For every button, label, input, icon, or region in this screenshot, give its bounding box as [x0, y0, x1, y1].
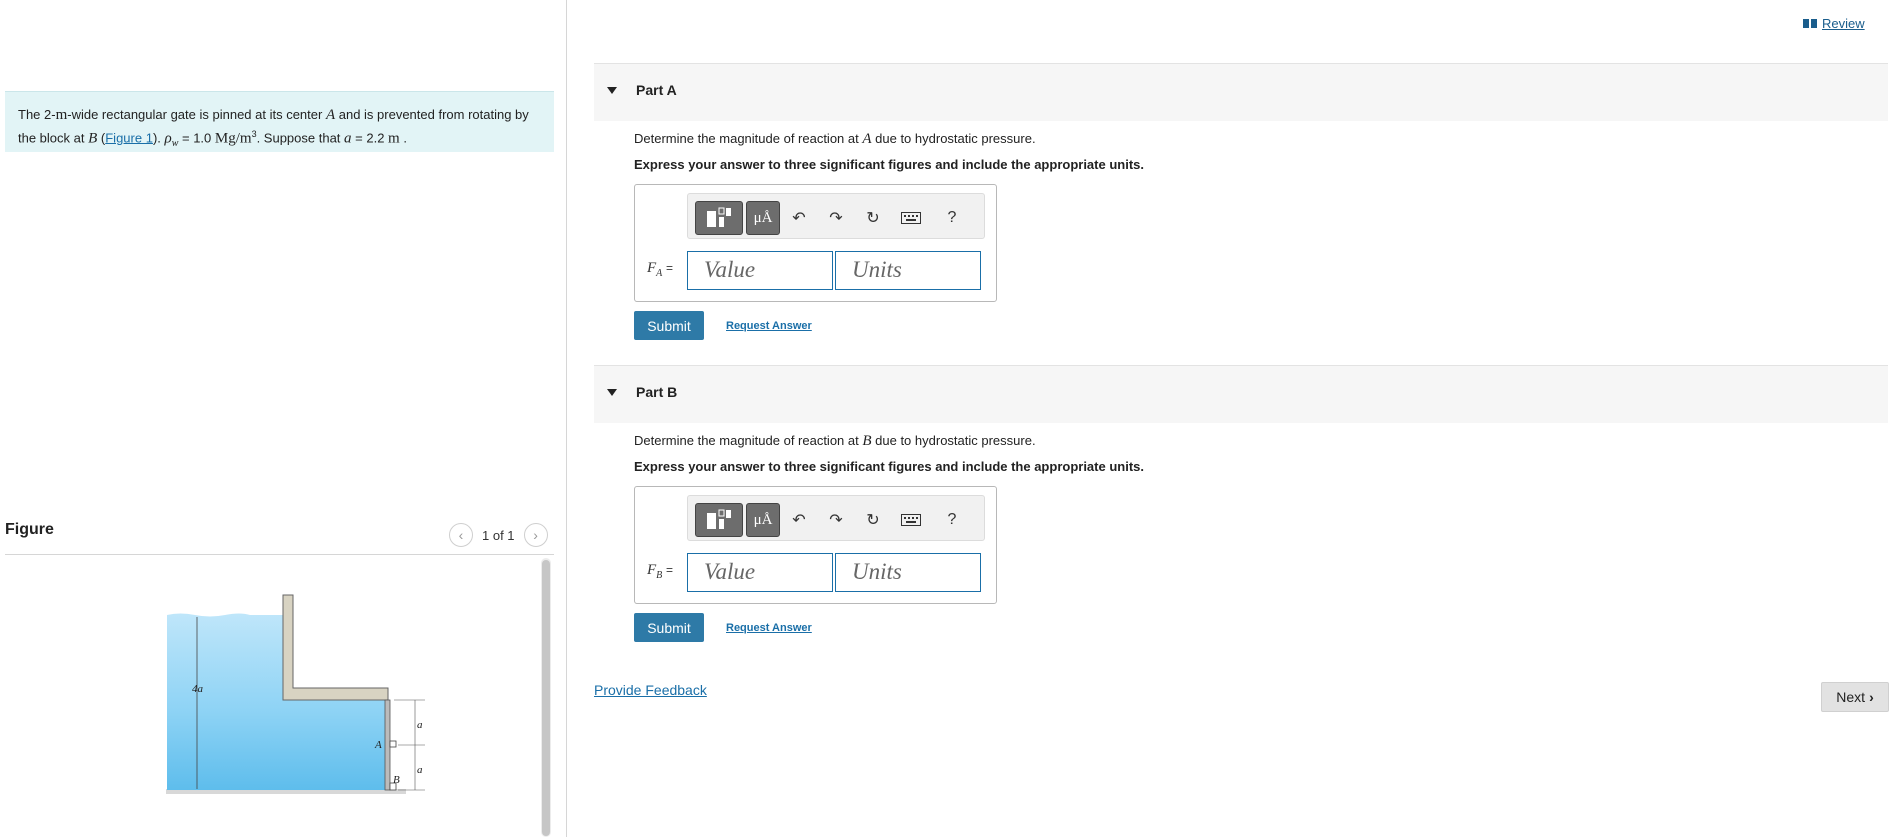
- problem-text: = 1.0: [178, 130, 215, 146]
- part-b-submit-button[interactable]: Submit: [634, 613, 704, 642]
- figure-link[interactable]: Figure 1: [105, 130, 153, 145]
- gate-diagram: 4a A B a a: [166, 594, 425, 794]
- question-text: Determine the magnitude of reaction at: [634, 131, 863, 146]
- part-a-question: Determine the magnitude of reaction at A…: [634, 131, 1036, 148]
- problem-text: = 2.2: [351, 130, 389, 146]
- density-unit: Mg/m: [214, 130, 252, 147]
- figure-nav: ‹ 1 of 1 ›: [449, 523, 548, 547]
- problem-text: ).: [152, 130, 165, 146]
- redo-icon[interactable]: ↷: [825, 509, 847, 531]
- var-sub: B: [656, 570, 663, 581]
- math-toolbar: μÅ ↶ ↷ ↻ ?: [687, 495, 985, 541]
- part-b-request-answer-link[interactable]: Request Answer: [726, 622, 812, 634]
- undo-icon[interactable]: ↶: [788, 509, 810, 531]
- scrollbar-thumb[interactable]: [542, 560, 550, 836]
- figure-divider: [5, 554, 554, 555]
- question-text: Determine the magnitude of reaction at: [634, 433, 863, 448]
- var-f: F: [647, 562, 657, 578]
- reset-icon[interactable]: ↻: [862, 509, 884, 531]
- var-f: F: [647, 260, 657, 276]
- problem-text: The 2-: [18, 107, 56, 122]
- question-text: due to hydrostatic pressure.: [871, 433, 1036, 448]
- part-a-instruction: Express your answer to three significant…: [634, 157, 1144, 172]
- gate: [384, 699, 391, 791]
- part-a-variable: FA =: [647, 260, 673, 279]
- figure-title: Figure: [5, 521, 54, 538]
- problem-text: -wide rectangular gate is pinned at its …: [67, 107, 326, 122]
- review-label: Review: [1822, 16, 1865, 31]
- var-sub: A: [656, 268, 663, 279]
- chevron-right-icon: ›: [533, 527, 538, 543]
- undo-icon[interactable]: ↶: [788, 207, 810, 229]
- var-rho: ρ: [164, 130, 172, 147]
- units-symbol-button[interactable]: μÅ: [746, 201, 780, 235]
- figure-image: 4a A B a a: [150, 590, 450, 800]
- figure-prev-button[interactable]: ‹: [449, 523, 473, 547]
- part-a-submit-button[interactable]: Submit: [634, 311, 704, 340]
- var-b-block: B: [88, 130, 98, 147]
- provide-feedback-link[interactable]: Provide Feedback: [594, 682, 707, 698]
- chevron-left-icon: ‹: [458, 527, 464, 543]
- part-b-answer-box: μÅ ↶ ↷ ↻ ? FB = Value Units: [634, 486, 997, 604]
- next-button[interactable]: Next ›: [1821, 682, 1889, 712]
- var-a-length: a: [344, 130, 352, 147]
- pin-a: [389, 740, 397, 748]
- figure-scrollbar[interactable]: [541, 558, 551, 837]
- figure-next-button[interactable]: ›: [523, 523, 548, 547]
- book-icon: [1803, 19, 1817, 28]
- problem-text: . Suppose that: [256, 130, 345, 146]
- equals-sign: =: [666, 261, 674, 275]
- keyboard-icon[interactable]: [898, 207, 924, 229]
- part-b-header[interactable]: Part B: [594, 365, 1888, 423]
- water-body: [167, 613, 385, 790]
- help-icon[interactable]: ?: [941, 207, 963, 229]
- help-icon[interactable]: ?: [941, 509, 963, 531]
- question-var: B: [862, 433, 872, 449]
- templates-icon: [707, 509, 731, 529]
- caret-down-icon: [607, 389, 617, 396]
- unit-m: m: [55, 107, 68, 123]
- part-a-request-answer-link[interactable]: Request Answer: [726, 320, 812, 332]
- keyboard-icon[interactable]: [898, 509, 924, 531]
- templates-button[interactable]: [695, 503, 743, 537]
- part-a-answer-box: μÅ ↶ ↷ ↻ ? FA = Value Units: [634, 184, 997, 302]
- next-label: Next: [1836, 689, 1866, 705]
- reset-icon[interactable]: ↻: [862, 207, 884, 229]
- problem-text: .: [399, 130, 407, 146]
- redo-icon[interactable]: ↷: [825, 207, 847, 229]
- part-a-units-input[interactable]: Units: [835, 251, 981, 290]
- left-panel: The 2-m-wide rectangular gate is pinned …: [0, 0, 567, 837]
- math-toolbar: μÅ ↶ ↷ ↻ ?: [687, 193, 985, 239]
- problem-statement: The 2-m-wide rectangular gate is pinned …: [5, 91, 554, 152]
- wall: [282, 594, 389, 701]
- templates-icon: [707, 207, 731, 227]
- part-a-header[interactable]: Part A: [594, 63, 1888, 121]
- part-b-variable: FB =: [647, 562, 673, 581]
- question-text: due to hydrostatic pressure.: [871, 131, 1036, 146]
- label-pin-a: A: [374, 739, 382, 751]
- part-b-title: Part B: [636, 384, 678, 400]
- label-block-b: B: [393, 774, 400, 786]
- templates-button[interactable]: [695, 201, 743, 235]
- part-b-question: Determine the magnitude of reaction at B…: [634, 433, 1036, 450]
- review-link[interactable]: Review: [1803, 16, 1865, 31]
- length-unit: m: [388, 130, 400, 147]
- part-b-units-input[interactable]: Units: [835, 553, 981, 592]
- part-a-value-input[interactable]: Value: [687, 251, 833, 290]
- caret-down-icon: [607, 87, 617, 94]
- label-depth: 4a: [192, 683, 204, 695]
- part-b-value-input[interactable]: Value: [687, 553, 833, 592]
- part-a-title: Part A: [636, 82, 677, 98]
- question-var: A: [862, 131, 872, 147]
- label-dim-a2: a: [417, 764, 423, 776]
- chevron-right-icon: ›: [1869, 689, 1874, 705]
- units-symbol-button[interactable]: μÅ: [746, 503, 780, 537]
- var-a-pin: A: [325, 107, 336, 123]
- label-dim-a1: a: [417, 719, 423, 731]
- figure-page-indicator: 1 of 1: [482, 527, 515, 543]
- part-b-instruction: Express your answer to three significant…: [634, 459, 1144, 474]
- equals-sign: =: [666, 563, 674, 577]
